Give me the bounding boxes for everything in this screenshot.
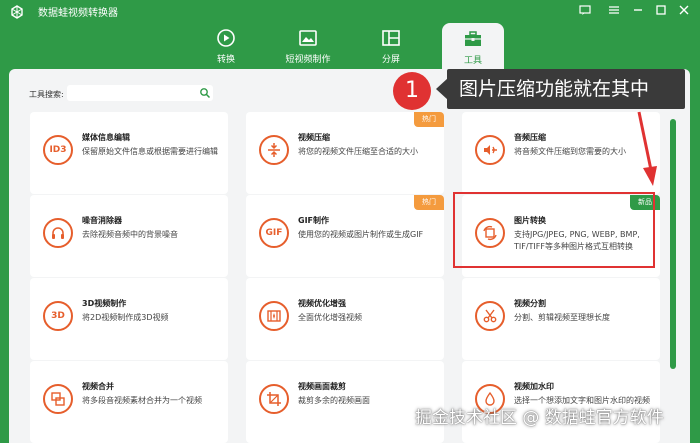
compress-icon (259, 135, 289, 165)
app-logo-icon (11, 5, 23, 19)
watermark-text: 掘金技术社区 @ 数据蛙官方软件 (415, 408, 664, 428)
tool-card-3d-maker[interactable]: 3D 3D视频制作 将2D视频制作成3D视频 (30, 278, 228, 360)
callout-text: 图片压缩功能就在其中 (447, 69, 685, 109)
short-video-icon (299, 30, 317, 46)
tab-label: 短视频制作 (285, 55, 331, 65)
card-desc: 使用您的视频或图片制作或生成GIF (298, 230, 424, 239)
callout-number: 1 (393, 72, 431, 110)
3d-icon: 3D (43, 301, 73, 331)
scrollbar[interactable] (670, 119, 676, 369)
tool-card-media-info[interactable]: ID3 媒体信息编辑 保留原始文件信息或根据需要进行编辑 (30, 112, 228, 194)
card-title: 音频压缩 (514, 133, 546, 142)
crop-icon (259, 384, 289, 414)
tab-tools[interactable]: 工具 (442, 23, 504, 71)
title-bar: 数据蛙视频转换器 (0, 0, 700, 24)
tool-card-noise-remover[interactable]: 噪音消除器 去除视频音频中的背景噪音 (30, 195, 228, 277)
card-title: 视频压缩 (298, 133, 330, 142)
scissors-icon (475, 301, 505, 331)
headphones-icon (43, 218, 73, 248)
convert-icon (217, 29, 235, 47)
minimize-icon[interactable] (630, 3, 646, 19)
tab-short-video[interactable]: 短视频制作 (273, 28, 343, 68)
pointer-arrow-icon (637, 111, 657, 186)
card-desc: 将您的视频文件压缩至合适的大小 (298, 147, 418, 156)
tool-card-gif-maker[interactable]: GIF 热门 GIF制作 使用您的视频或图片制作或生成GIF (246, 195, 444, 277)
tool-card-video-enhance[interactable]: 视频优化增强 全面优化增强视频 (246, 278, 444, 360)
close-icon[interactable] (676, 3, 692, 19)
hot-badge: 热门 (414, 112, 444, 127)
app-title: 数据蛙视频转换器 (38, 8, 118, 19)
tab-split-screen[interactable]: 分屏 (356, 28, 426, 68)
card-desc: 保留原始文件信息或根据需要进行编辑 (82, 147, 218, 156)
card-desc: 分割、剪辑视频至理想长度 (514, 313, 610, 322)
hot-badge: 热门 (414, 195, 444, 210)
card-title: GIF制作 (298, 216, 330, 225)
tool-card-video-split[interactable]: 视频分割 分割、剪辑视频至理想长度 (462, 278, 660, 360)
maximize-icon[interactable] (653, 3, 669, 19)
card-desc: 将音频文件压缩到您需要的大小 (514, 147, 626, 156)
audio-compress-icon (475, 135, 505, 165)
card-title: 视频画面裁剪 (298, 382, 346, 391)
tab-label: 转换 (216, 55, 235, 65)
menu-icon[interactable] (606, 3, 622, 19)
card-title: 3D视频制作 (82, 299, 127, 308)
split-screen-icon (382, 30, 400, 46)
tool-card-video-watermark[interactable]: 视频加水印 选择一个想添加文字和图片水印的视频 (462, 361, 660, 443)
gif-icon: GIF (259, 218, 289, 248)
tab-convert[interactable]: 转换 (191, 28, 261, 68)
card-title: 媒体信息编辑 (82, 133, 130, 142)
tab-label: 分屏 (381, 55, 400, 65)
tab-label: 工具 (463, 56, 482, 66)
search-label: 工具搜索: (29, 90, 64, 99)
card-title: 视频分割 (514, 299, 546, 308)
enhance-icon (259, 301, 289, 331)
card-desc: 去除视频音频中的背景噪音 (82, 230, 178, 239)
tool-card-video-merge[interactable]: 视频合并 将多段音视频素材合并为一个视频 (30, 361, 228, 443)
id3-icon: ID3 (43, 135, 73, 165)
toolbox-icon (465, 31, 481, 46)
card-title: 视频合并 (82, 382, 114, 391)
card-title: 噪音消除器 (82, 216, 122, 225)
merge-icon (43, 384, 73, 414)
card-title: 视频优化增强 (298, 299, 346, 308)
card-desc: 将2D视频制作成3D视频 (82, 313, 169, 322)
tool-card-audio-compress[interactable]: 音频压缩 将音频文件压缩到您需要的大小 (462, 112, 660, 194)
message-icon[interactable] (577, 3, 593, 19)
main-nav: 转换 短视频制作 分屏 工具 (0, 22, 700, 71)
card-desc: 全面优化增强视频 (298, 313, 362, 322)
card-title: 视频加水印 (514, 382, 554, 391)
search-icon[interactable] (199, 87, 211, 99)
card-desc: 将多段音视频素材合并为一个视频 (82, 396, 202, 405)
tool-card-video-crop[interactable]: 视频画面裁剪 裁剪多余的视频画面 (246, 361, 444, 443)
search-input[interactable] (67, 85, 213, 101)
tool-card-video-compress[interactable]: 热门 视频压缩 将您的视频文件压缩至合适的大小 (246, 112, 444, 194)
highlight-box (453, 192, 655, 268)
